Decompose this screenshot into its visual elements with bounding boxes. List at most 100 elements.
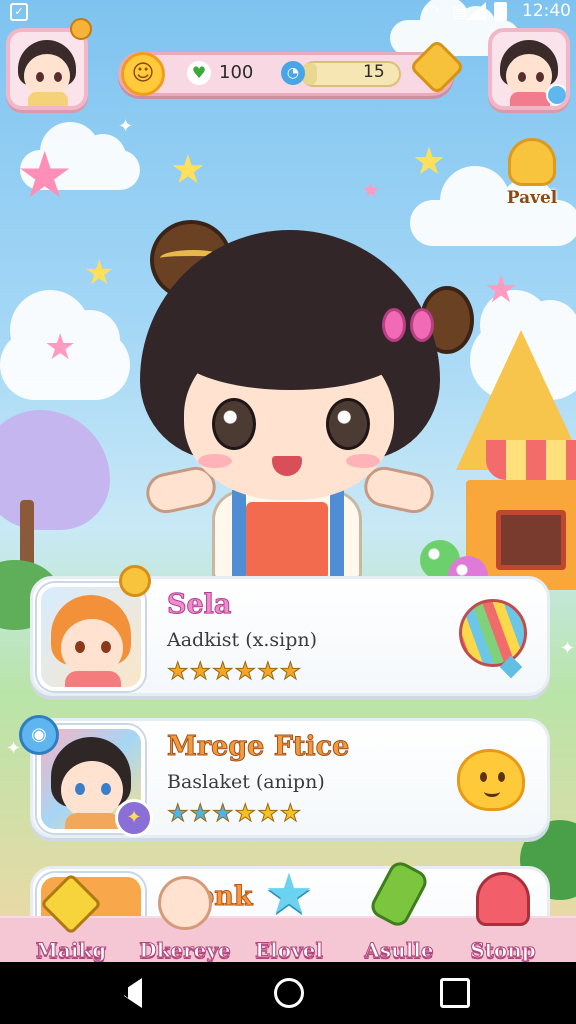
hero-character [120,190,474,580]
nav-label: Stonp [470,938,537,963]
hero-eye [326,398,370,450]
card-name: Mrege Ftice [166,731,350,763]
app-notification-icon: ✓ [10,3,28,21]
system-nav-bar [0,962,576,1024]
star-icon: ★ [484,267,519,311]
card-subtitle: Aadkist (x.sipn) [167,629,318,651]
nav-item-store[interactable]: Stonp [448,872,558,962]
hero-strap [330,490,344,580]
rating-star-icon: ★ [279,799,302,828]
star-icon: ★ [84,253,115,293]
nav-item-explore[interactable]: Dkereye [130,872,240,962]
crown-badge-icon [119,565,151,597]
timer-value: 15 [363,62,385,82]
star-rating: ★★★★★★ [167,799,302,828]
rating-star-icon: ★ [234,799,257,828]
star-rating: ★★★★★★ [167,657,302,686]
portrait-face [61,761,123,819]
hearts-count: 100 [219,62,254,83]
hero-vest [246,502,328,580]
timer-progress-fill [303,63,318,85]
avatar-shirt [28,92,68,106]
rating-star-icon: ★ [189,799,212,828]
character-card[interactable]: Sela Aadkist (x.sipn) ★★★★★★ [30,565,550,696]
card-name: Sela [166,589,232,621]
portrait-eye [101,641,111,653]
gift-icon[interactable]: ✦ [115,799,153,837]
panel-button[interactable]: Pavel [498,138,566,218]
heart-icon: ♥ [187,61,211,85]
nav-label: Elovel [254,938,324,963]
nav-label: Dkereye [139,938,232,963]
avatar-eye [536,72,544,82]
back-icon[interactable] [112,978,142,1008]
star-icon: ★ [16,139,74,213]
cake-icon [476,872,530,926]
home-icon[interactable] [274,978,304,1008]
portrait-eye [101,783,111,795]
hero-eye [212,398,256,450]
friend-avatar[interactable] [488,28,570,110]
star-icon: ★ [170,147,206,193]
card-portrait [37,583,145,691]
cake-badge-icon [70,18,92,40]
avatar-eye [54,72,62,82]
hero-strap [232,490,246,580]
rating-star-icon: ★ [212,799,234,828]
game-screen: ★ ★ ★ ★ ★ ★ ★ ✦ ✦ ✦ ✓ ◠ ▤ 12:40 ☺ ♥ 100 … [0,0,576,962]
avatar-eye [518,72,526,82]
clock-time: 12:40 [522,1,571,21]
card-subtitle: Baslaket (anipn) [167,771,325,793]
avatar-eye [36,72,44,82]
character-card[interactable]: ◉ ✦ Mrege Ftice Baslaket (anipn) ★★★★★★ [19,715,550,838]
sparkle-icon: ✦ [6,738,22,759]
nav-item-level[interactable]: ★ Elovel [234,867,344,963]
bottom-nav: Maikg Dkereye ★ Elovel Asulle Stonp [0,858,576,962]
rating-star-icon: ★ [257,657,279,686]
resource-bar: ☺ ♥ 100 ◔ 15 [118,38,466,96]
signal-icon [466,2,486,20]
nav-item-assets[interactable]: Asulle [344,858,454,963]
sparkle-icon: ✦ [560,638,576,659]
portrait-face [61,619,123,677]
hero-blush [198,454,232,468]
diamond-icon [39,872,103,936]
rating-star-icon: ★ [257,799,279,828]
character-icon [158,876,212,930]
nav-label: Asulle [364,938,434,963]
rating-star-icon: ★ [212,657,234,686]
sim-icon: ▤ [452,2,468,21]
tent-door [496,510,566,570]
portrait-eye [75,641,85,653]
tent-stripe [486,440,576,480]
crown-icon [508,138,556,186]
portrait-eye [75,783,85,795]
panel-button-label: Pavel [506,188,558,208]
clock-icon: ◔ [281,61,305,85]
rating-star-icon: ★ [279,657,302,686]
smiley-icon[interactable]: ☺ [121,52,165,96]
recent-apps-icon[interactable] [440,978,470,1008]
message-badge-icon [546,84,566,106]
battery-icon [494,2,507,21]
avatar-shirt [510,92,550,106]
star-icon: ★ [263,862,315,927]
hero-blush [346,454,380,468]
balloon-icon[interactable] [459,599,527,667]
bow-icon [382,308,436,348]
rating-star-icon: ★ [167,799,189,828]
nav-item-make[interactable]: Maikg [16,872,126,962]
rating-star-icon: ★ [167,657,189,686]
star-icon: ★ [412,139,447,183]
portrait-shirt [65,813,121,829]
circus-tent [456,330,576,590]
nav-label: Maikg [35,938,107,963]
tree-foliage [0,410,110,530]
lock-icon[interactable]: ◉ [19,715,59,755]
rating-star-icon: ★ [189,657,212,686]
rating-star-icon: ★ [234,657,257,686]
timer-progress-track [301,61,401,87]
star-icon: ★ [44,327,77,368]
player-avatar[interactable] [6,28,88,110]
smiley-blob-icon[interactable] [457,749,525,811]
